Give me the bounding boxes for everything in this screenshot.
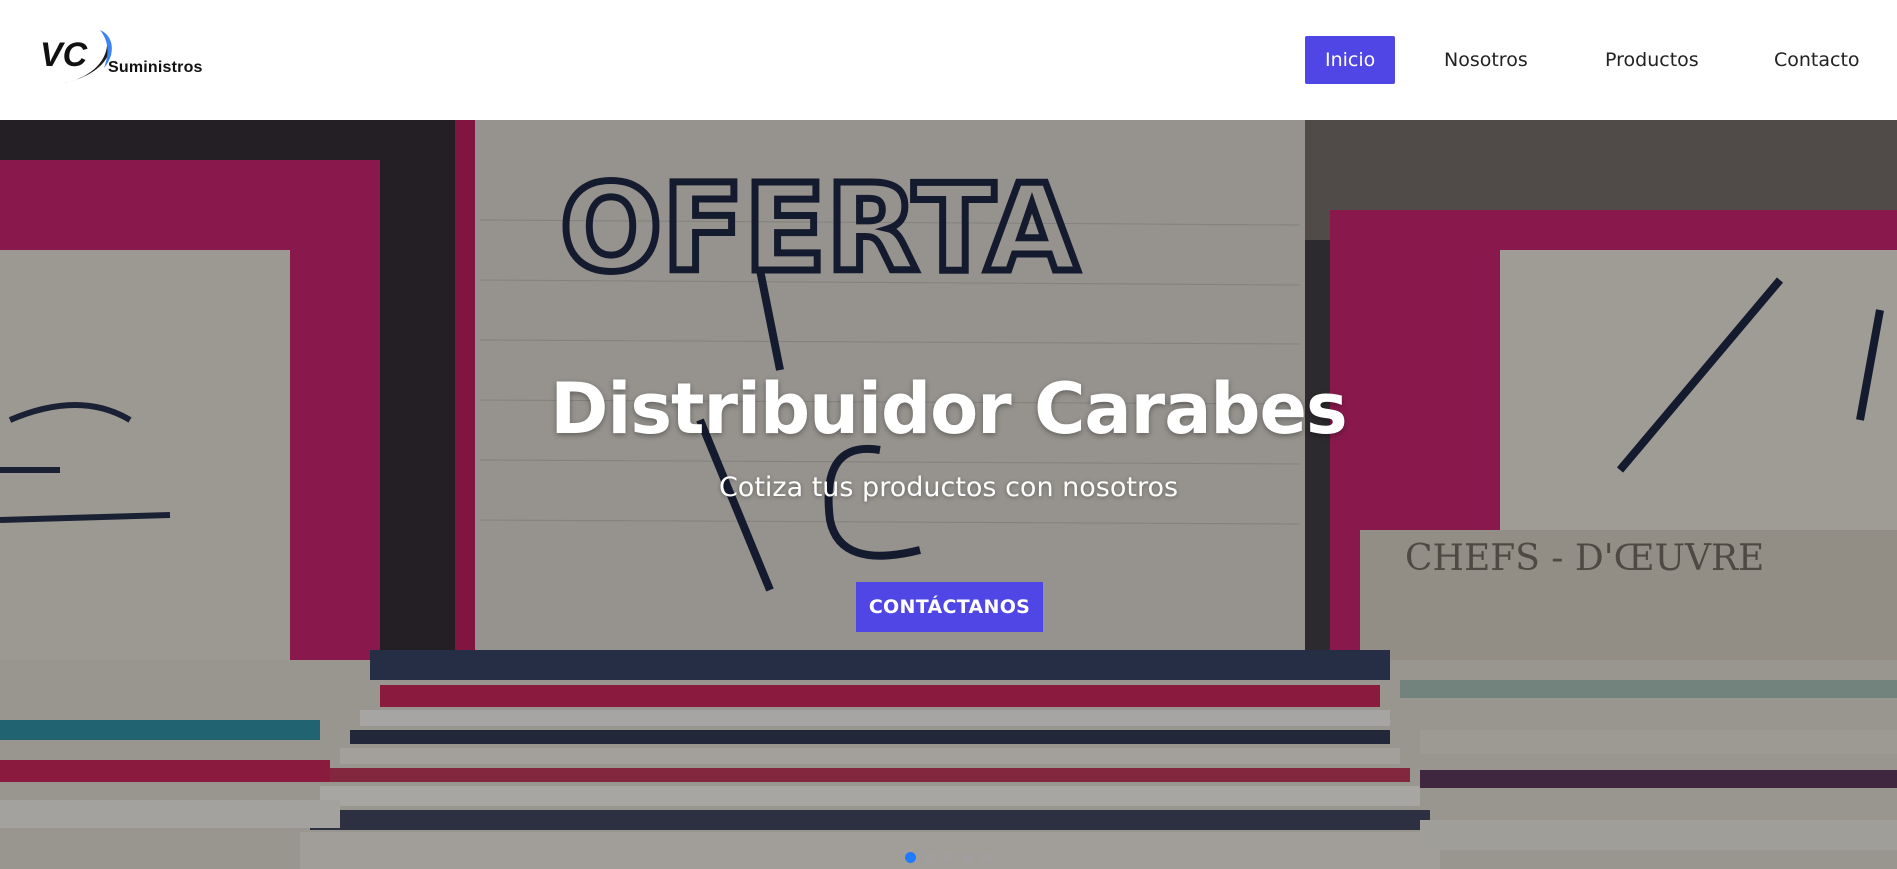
carousel-dot-4[interactable] — [962, 852, 973, 863]
nav-item-inicio[interactable]: Inicio — [1305, 36, 1396, 84]
hero-subtitle: Cotiza tus productos con nosotros — [718, 472, 1179, 503]
hero-carousel: OFERTA CHEFS - D'ŒUVRE Distribuidor Cara… — [0, 120, 1897, 869]
carousel-dot-1[interactable] — [905, 852, 916, 863]
top-navbar: VC Suministros Inicio Nosotros Productos… — [0, 0, 1897, 120]
logo-text: Suministros — [108, 59, 203, 76]
nav-item-contacto[interactable]: Contacto — [1774, 36, 1860, 84]
carousel-indicators — [905, 852, 992, 864]
contact-cta-button[interactable]: CONTÁCTANOS — [856, 582, 1043, 632]
nav-item-nosotros[interactable]: Nosotros — [1444, 36, 1528, 84]
hero-title: Distribuidor Carabes — [550, 368, 1347, 450]
carousel-dot-3[interactable] — [943, 852, 954, 863]
logo-mark: VC — [40, 36, 88, 74]
carousel-dot-2[interactable] — [924, 852, 935, 863]
brand-logo[interactable]: VC Suministros — [40, 26, 220, 92]
carousel-dot-5[interactable] — [981, 852, 992, 863]
nav-item-productos[interactable]: Productos — [1605, 36, 1699, 84]
